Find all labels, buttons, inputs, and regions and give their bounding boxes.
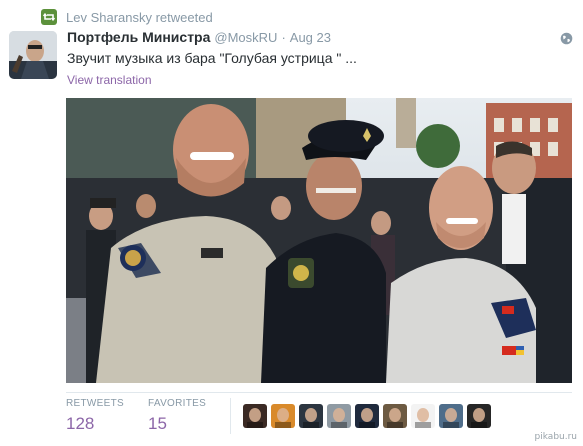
tweet-text: Звучит музыка из бара "Голубая устрица "… (67, 50, 357, 66)
photo-illustration (66, 98, 572, 383)
favoriter-avatars (243, 404, 491, 428)
favoriter-avatar[interactable] (383, 404, 407, 428)
retweets-label: RETWEETS (66, 398, 124, 409)
favorites-label: FAVORITES (148, 398, 207, 409)
tweet-date[interactable]: Aug 23 (290, 30, 331, 45)
favoriter-avatar[interactable] (467, 404, 491, 428)
favoriter-avatar[interactable] (271, 404, 295, 428)
author-username[interactable]: @MoskRU (214, 30, 277, 45)
tweet-stats: RETWEETS 128 FAVORITES 15 (66, 398, 230, 434)
retweet-context: Lev Sharansky retweeted (41, 8, 213, 26)
favoriter-avatar[interactable] (355, 404, 379, 428)
tweet-header: Портфель Министра @MoskRU · Aug 23 (67, 29, 331, 45)
retweets-stat[interactable]: RETWEETS 128 (66, 398, 148, 434)
avatar[interactable] (9, 31, 57, 79)
favoriter-avatar[interactable] (299, 404, 323, 428)
favoriter-avatar[interactable] (411, 404, 435, 428)
retweets-count: 128 (66, 414, 95, 433)
stats-separator (230, 398, 231, 434)
view-translation-link[interactable]: View translation (67, 73, 152, 87)
stats-divider (66, 392, 572, 393)
header-separator: · (281, 30, 286, 45)
favorites-count: 15 (148, 414, 167, 433)
author-fullname[interactable]: Портфель Министра (67, 29, 210, 45)
globe-icon (560, 32, 573, 45)
retweeter-label[interactable]: Lev Sharansky retweeted (66, 10, 213, 25)
favoriter-avatar[interactable] (327, 404, 351, 428)
favoriter-avatar[interactable] (243, 404, 267, 428)
favorites-stat[interactable]: FAVORITES 15 (148, 398, 230, 434)
tweet-photo[interactable] (66, 98, 572, 383)
retweet-icon (41, 9, 57, 25)
favoriter-avatar[interactable] (439, 404, 463, 428)
watermark: pikabu.ru (534, 432, 577, 442)
